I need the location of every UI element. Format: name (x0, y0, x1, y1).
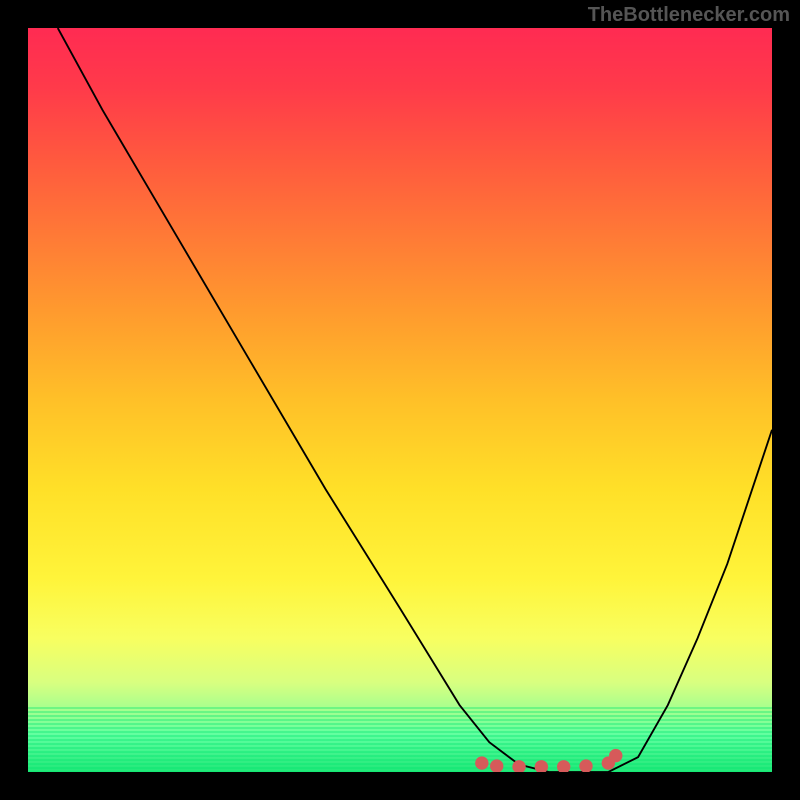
marker-dot (475, 756, 488, 769)
plot-area (28, 28, 772, 772)
curve-layer (28, 28, 772, 772)
watermark-text: TheBottleneсker.com (588, 4, 790, 27)
marker-dot (609, 749, 622, 762)
marker-group (475, 749, 622, 772)
marker-dot (535, 760, 548, 772)
marker-dot (579, 759, 592, 772)
marker-dot (557, 760, 570, 772)
marker-dot (490, 759, 503, 772)
bottleneck-curve (58, 28, 772, 772)
